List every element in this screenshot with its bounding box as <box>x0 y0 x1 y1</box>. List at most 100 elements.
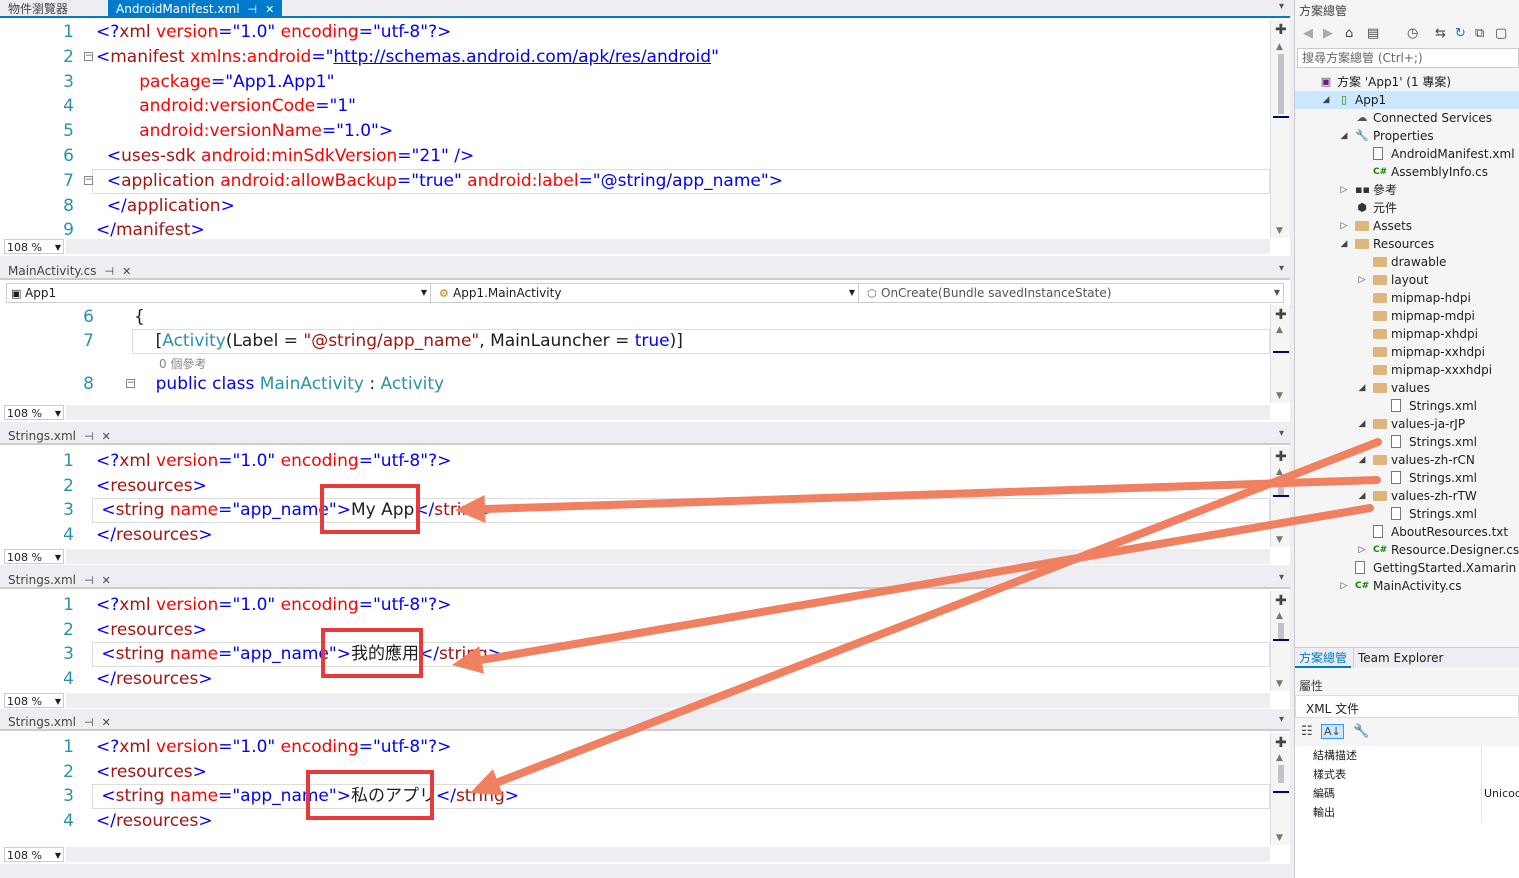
tree-item[interactable]: ◢ values <box>1295 379 1519 397</box>
close-icon[interactable]: ✕ <box>122 263 131 281</box>
tab-dropdown-icon[interactable]: ▾ <box>1279 428 1284 439</box>
solution-search-input[interactable]: 搜尋方案總管 (Ctrl+;) <box>1297 48 1519 68</box>
strings-code-editor[interactable]: 1 <?xml version="1.0" encoding="utf-8"?> 2… <box>6 591 1270 691</box>
home-icon[interactable]: ⌂ <box>1345 26 1353 41</box>
pin-icon[interactable]: ⊣ <box>84 428 94 446</box>
close-icon[interactable]: ✕ <box>102 572 111 590</box>
tree-item[interactable]: ▷ C# MainActivity.cs <box>1295 577 1519 595</box>
collapse-icon[interactable]: − <box>84 175 93 185</box>
tab-strings-xml[interactable]: Strings.xml ⊣ ✕ <box>0 713 119 731</box>
mainactivity-vertical-scrollbar[interactable]: ✚ ▲ ▼ <box>1270 305 1290 403</box>
tab-mainactivity[interactable]: MainActivity.cs ⊣ ✕ <box>0 262 139 280</box>
tab-dropdown-icon[interactable]: ▾ <box>1279 572 1284 583</box>
property-value[interactable]: Unicode <box>1481 784 1519 803</box>
property-value[interactable] <box>1481 765 1484 784</box>
tree-item[interactable]: ◢ Resources <box>1295 235 1519 253</box>
tree-item[interactable]: Strings.xml <box>1295 397 1519 415</box>
tree-item[interactable]: ▷ layout <box>1295 271 1519 289</box>
project-dropdown[interactable]: ▣ App1 ▼ <box>7 284 431 302</box>
tree-item[interactable]: ▷ ▪▪ 參考 <box>1295 181 1519 199</box>
strings-vertical-scrollbar[interactable]: ✚ ▲ ▼ <box>1270 447 1290 547</box>
manifest-vertical-scrollbar[interactable]: ✚ ▲ ▼ <box>1270 20 1290 238</box>
class-dropdown[interactable]: ⚙ App1.MainActivity ▼ <box>435 284 859 302</box>
split-icon[interactable]: ✚ <box>1275 449 1287 465</box>
tab-android-manifest[interactable]: AndroidManifest.xml ⊣ ✕ <box>108 0 283 19</box>
tree-item[interactable]: C# AssemblyInfo.cs <box>1295 163 1519 181</box>
collapse-icon[interactable]: − <box>84 51 93 61</box>
pin-icon[interactable]: ⊣ <box>104 263 114 281</box>
collapse-all-icon[interactable]: ⧉ <box>1475 26 1484 41</box>
collapse-icon[interactable]: ◢ <box>1357 415 1367 433</box>
history-icon[interactable]: ◷ <box>1407 26 1418 41</box>
strings-vertical-scrollbar[interactable]: ✚ ▲ ▼ <box>1270 591 1290 691</box>
collapse-icon[interactable]: ◢ <box>1357 487 1367 505</box>
collapse-icon[interactable]: ◢ <box>1321 91 1331 109</box>
tree-item[interactable]: mipmap-xxhdpi <box>1295 343 1519 361</box>
tree-item[interactable]: ⬢ 元件 <box>1295 199 1519 217</box>
manifest-code-editor[interactable]: 1 <?xml version="1.0" encoding="utf-8"?> 2… <box>6 20 1270 238</box>
back-icon[interactable]: ◀ <box>1303 26 1313 41</box>
tree-item[interactable]: ◢ values-zh-rCN <box>1295 451 1519 469</box>
refresh-icon[interactable]: ↻ <box>1455 26 1466 41</box>
tab-solution-explorer[interactable]: 方案總管 <box>1295 648 1352 668</box>
tab-dropdown-icon[interactable]: ▾ <box>1279 1 1284 12</box>
close-icon[interactable]: ✕ <box>102 428 111 446</box>
mainactivity-horizontal-scrollbar[interactable] <box>66 405 1270 420</box>
tree-item[interactable]: ◢ 🔧 Properties <box>1295 127 1519 145</box>
pin-icon[interactable]: ⊣ <box>84 572 94 590</box>
split-icon[interactable]: ✚ <box>1275 593 1287 609</box>
categorized-icon[interactable]: ☷ <box>1301 724 1313 739</box>
tree-item[interactable]: mipmap-hdpi <box>1295 289 1519 307</box>
member-dropdown[interactable]: ⬡ OnCreate(Bundle savedInstanceState) ▼ <box>863 284 1283 302</box>
expand-icon[interactable]: ▷ <box>1339 181 1349 199</box>
scroll-up-icon[interactable]: ▲ <box>1276 753 1283 763</box>
expand-icon[interactable]: ▷ <box>1339 217 1349 235</box>
tree-item[interactable]: Strings.xml <box>1295 505 1519 523</box>
tab-dropdown-icon[interactable]: ▾ <box>1279 263 1284 274</box>
tree-item[interactable]: Strings.xml <box>1295 433 1519 451</box>
strings-code-editor[interactable]: 1 <?xml version="1.0" encoding="utf-8"?> 2… <box>6 733 1270 845</box>
forward-icon[interactable]: ▶ <box>1323 26 1333 41</box>
tree-item[interactable]: ◢ ▯ App1 <box>1295 91 1519 109</box>
tree-item[interactable]: mipmap-xhdpi <box>1295 325 1519 343</box>
tab-strings-xml[interactable]: Strings.xml ⊣ ✕ <box>0 571 119 589</box>
manifest-horizontal-scrollbar[interactable] <box>66 239 1270 254</box>
zoom-dropdown[interactable]: 108 % ▼ <box>4 405 64 420</box>
tree-item[interactable]: AboutResources.txt <box>1295 523 1519 541</box>
tree-item[interactable]: GettingStarted.Xamarin <box>1295 559 1519 577</box>
close-icon[interactable]: ✕ <box>265 1 274 19</box>
mainactivity-code-editor[interactable]: 6{ 7 [Activity(Label = "@string/app_name… <box>6 305 1270 403</box>
property-row[interactable]: 輸出 <box>1295 803 1519 822</box>
tree-item[interactable]: mipmap-xxxhdpi <box>1295 361 1519 379</box>
tab-strings-xml[interactable]: Strings.xml ⊣ ✕ <box>0 427 119 445</box>
scroll-down-icon[interactable]: ▼ <box>1276 679 1283 689</box>
scroll-up-icon[interactable]: ▲ <box>1276 42 1283 52</box>
scroll-up-icon[interactable]: ▲ <box>1276 325 1283 335</box>
show-all-files-icon[interactable]: ▢ <box>1495 26 1507 41</box>
close-icon[interactable]: ✕ <box>102 714 111 732</box>
tab-dropdown-icon[interactable]: ▾ <box>1279 714 1284 725</box>
scroll-up-icon[interactable]: ▲ <box>1276 467 1283 477</box>
pin-icon[interactable]: ⊣ <box>84 714 94 732</box>
tree-item[interactable]: ▣ 方案 'App1' (1 專案) <box>1295 73 1519 91</box>
collapse-icon[interactable]: ◢ <box>1357 451 1367 469</box>
pin-icon[interactable]: ⊣ <box>248 1 258 19</box>
property-row[interactable]: 結構描述 <box>1295 746 1519 765</box>
tree-item[interactable]: ◢ values-ja-rJP <box>1295 415 1519 433</box>
expand-icon[interactable]: ▷ <box>1339 577 1349 595</box>
tree-item[interactable]: ▷ C# Resource.Designer.cs <box>1295 541 1519 559</box>
scroll-thumb[interactable] <box>1278 765 1284 783</box>
expand-icon[interactable]: ▷ <box>1357 271 1367 289</box>
sync-icon[interactable]: ⇆ <box>1435 26 1446 41</box>
zoom-dropdown[interactable]: 108 % ▼ <box>4 847 64 862</box>
split-icon[interactable]: ✚ <box>1275 735 1287 751</box>
strings-vertical-scrollbar[interactable]: ✚ ▲ ▼ <box>1270 733 1290 845</box>
scroll-down-icon[interactable]: ▼ <box>1276 391 1283 401</box>
tree-item[interactable]: Strings.xml <box>1295 469 1519 487</box>
switch-views-icon[interactable]: ▤ <box>1367 26 1379 41</box>
scroll-thumb[interactable] <box>1278 54 1284 114</box>
scroll-down-icon[interactable]: ▼ <box>1276 535 1283 545</box>
scroll-up-icon[interactable]: ▲ <box>1276 611 1283 621</box>
tree-item[interactable]: drawable <box>1295 253 1519 271</box>
tree-item[interactable]: AndroidManifest.xml <box>1295 145 1519 163</box>
